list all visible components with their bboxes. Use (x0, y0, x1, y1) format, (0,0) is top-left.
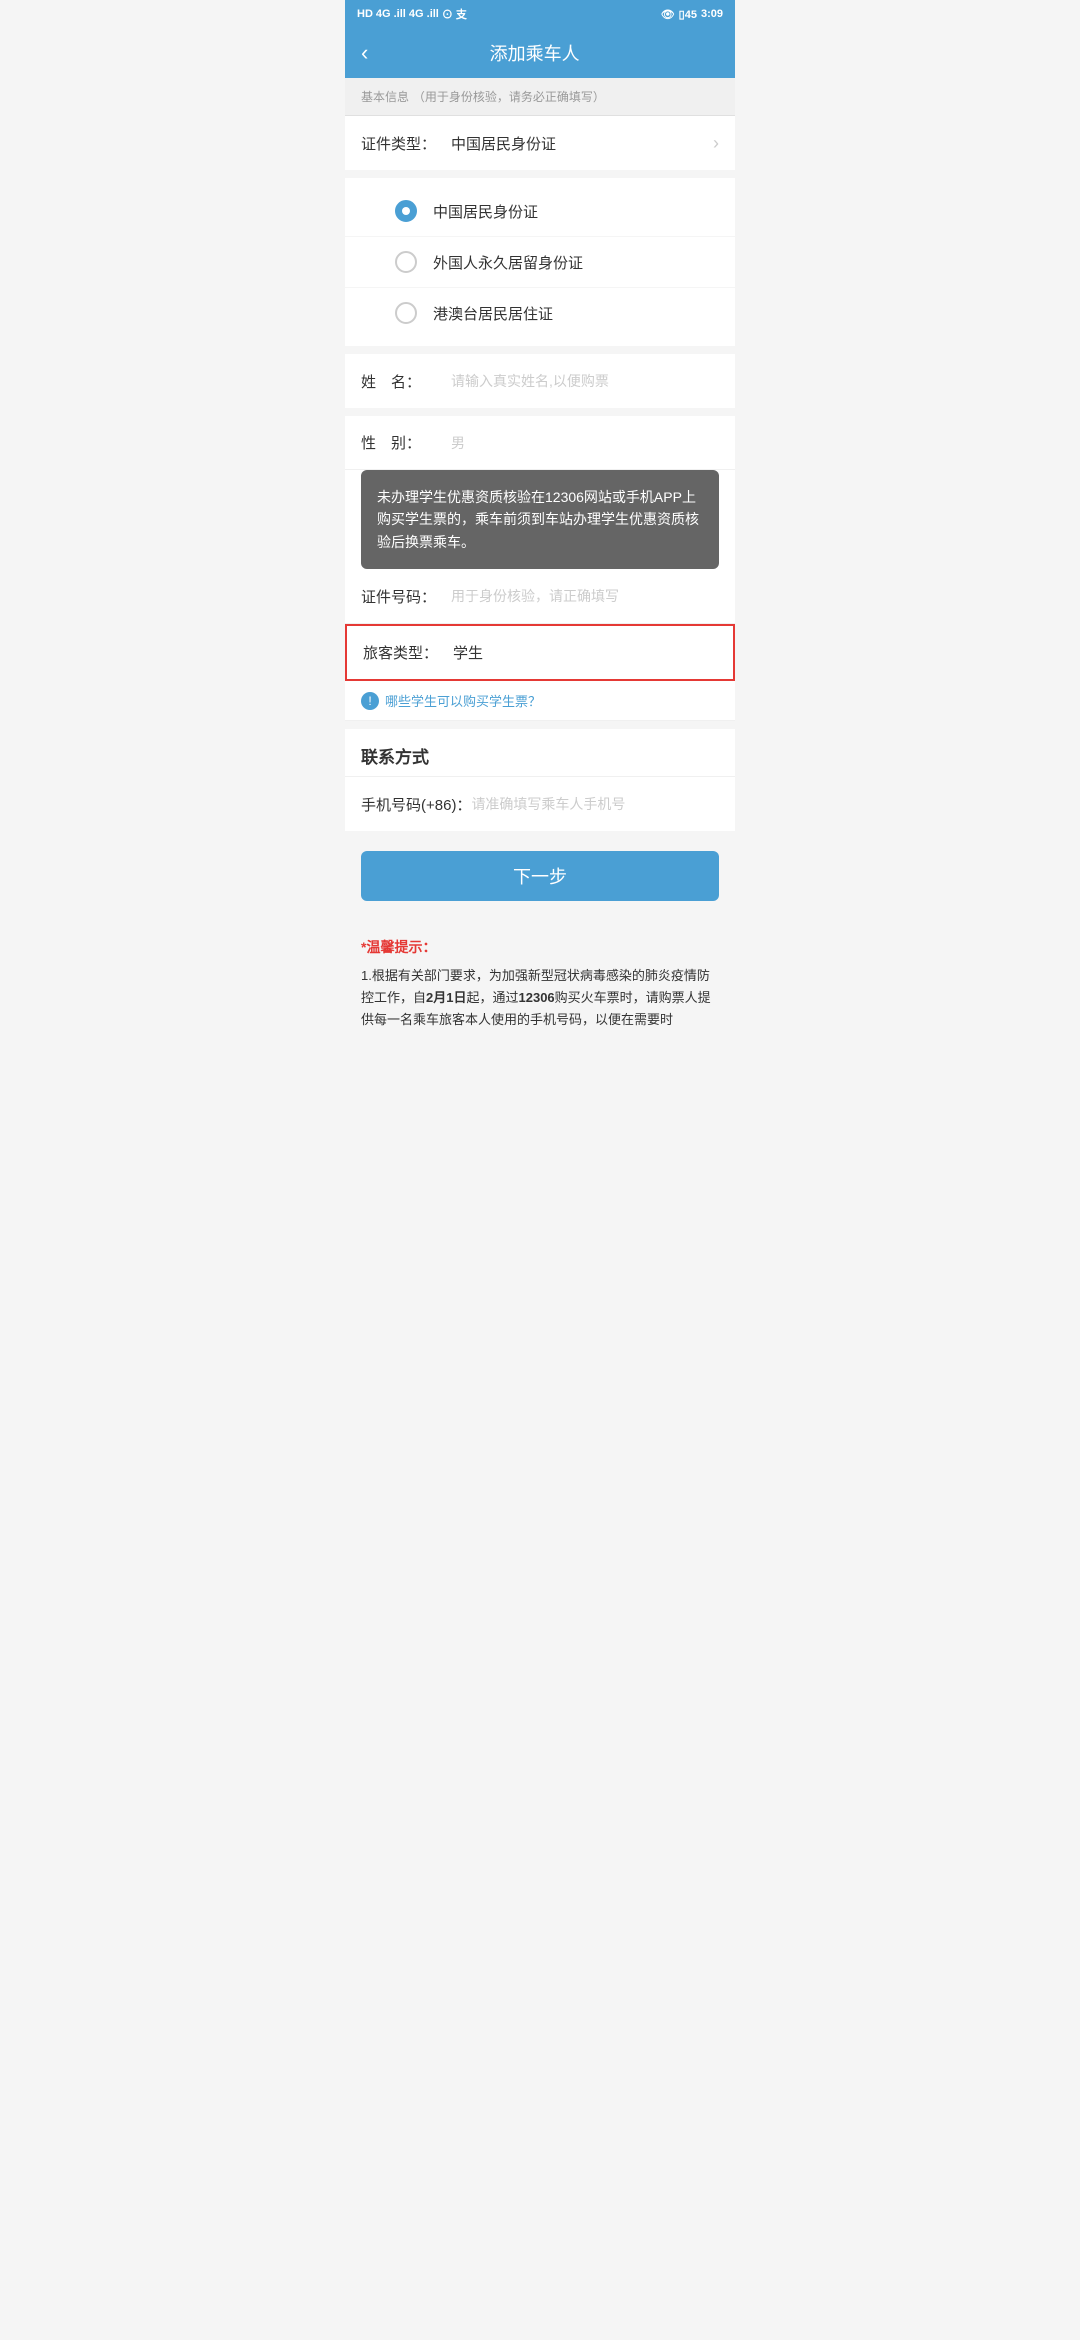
chevron-right-icon: › (713, 133, 719, 154)
info-icon-label: ! (368, 694, 371, 708)
radio-label-3: 港澳台居民居住证 (433, 303, 553, 324)
name-row[interactable]: 姓 名： 请输入真实姓名,以便购票 (345, 354, 735, 408)
page-title: 添加乘车人 (380, 40, 689, 66)
status-eye-icon: 👁 (661, 8, 675, 21)
name-label: 姓 名： (361, 371, 451, 392)
gender-placeholder: 男 (451, 433, 465, 453)
phone-row[interactable]: 手机号码(+86)： 请准确填写乘车人手机号 (345, 777, 735, 831)
radio-option-3[interactable]: 港澳台居民居住证 (345, 288, 735, 338)
status-carrier: HD (357, 8, 373, 20)
tooltip-overlay: 未办理学生优惠资质核验在12306网站或手机APP上购买学生票的，乘车前须到车站… (361, 470, 719, 569)
radio-circle-1[interactable] (395, 200, 417, 222)
basic-info-note: （用于身份核验，请务必正确填写） (413, 90, 605, 104)
id-number-placeholder: 用于身份核验，请正确填写 (451, 586, 619, 606)
radio-circle-3[interactable] (395, 302, 417, 324)
status-bar: HD 4G .ill 4G .ill ⊙ 支 👁 ▯45 3:09 (345, 0, 735, 28)
contact-section-label: 联系方式 (345, 729, 735, 777)
tooltip-container: 未办理学生优惠资质核验在12306网站或手机APP上购买学生票的，乘车前须到车站… (345, 470, 735, 569)
btn-container: 下一步 (345, 831, 735, 921)
status-time: 3:09 (701, 8, 723, 20)
radio-label-1: 中国居民身份证 (433, 201, 538, 222)
radio-label-2: 外国人永久居留身份证 (433, 252, 583, 273)
gender-section: 性 别： 男 未办理学生优惠资质核验在12306网站或手机APP上购买学生票的，… (345, 416, 735, 623)
gender-row[interactable]: 性 别： 男 (345, 416, 735, 470)
id-number-label: 证件号码： (361, 586, 451, 607)
radio-option-1[interactable]: 中国居民身份证 (345, 186, 735, 237)
passenger-type-row[interactable]: 旅客类型： 学生 (345, 624, 735, 681)
id-type-value: 中国居民身份证 (451, 133, 713, 154)
warm-tips-content: 1.根据有关部门要求，为加强新型冠状病毒感染的肺炎疫情防控工作，自2月1日起，通… (361, 965, 719, 1031)
id-type-card: 证件类型： 中国居民身份证 › (345, 116, 735, 170)
phone-label: 手机号码(+86)： (361, 794, 471, 815)
info-link-text: 哪些学生可以购买学生票？ (385, 691, 541, 710)
status-icons: ⊙ 支 (442, 6, 467, 22)
info-link-row[interactable]: ! 哪些学生可以购买学生票？ (345, 681, 735, 721)
phone-placeholder: 请准确填写乘车人手机号 (471, 794, 625, 814)
warm-tips-text: 1.根据有关部门要求，为加强新型冠状病毒感染的肺炎疫情防控工作，自2月1日起，通… (361, 968, 711, 1027)
status-battery: ▯45 (679, 8, 697, 21)
status-signal: 4G .ill 4G .ill (376, 8, 439, 20)
tooltip-text: 未办理学生优惠资质核验在12306网站或手机APP上购买学生票的，乘车前须到车站… (377, 489, 699, 550)
next-button[interactable]: 下一步 (361, 851, 719, 901)
id-type-label: 证件类型： (361, 133, 451, 154)
passenger-type-label: 旅客类型： (363, 642, 453, 663)
back-button[interactable]: ‹ (361, 40, 368, 66)
name-card: 姓 名： 请输入真实姓名,以便购票 (345, 354, 735, 408)
warm-tips-title: *温馨提示： (361, 937, 719, 957)
contact-section: 联系方式 手机号码(+86)： 请准确填写乘车人手机号 (345, 729, 735, 831)
warm-tips-section: *温馨提示： 1.根据有关部门要求，为加强新型冠状病毒感染的肺炎疫情防控工作，自… (345, 921, 735, 1047)
passenger-type-wrapper: 旅客类型： 学生 (345, 623, 735, 681)
header: ‹ 添加乘车人 (345, 28, 735, 78)
name-placeholder: 请输入真实姓名,以便购票 (451, 371, 609, 391)
basic-info-label: 基本信息 (361, 90, 409, 104)
gender-label: 性 别： (361, 432, 451, 453)
radio-circle-2[interactable] (395, 251, 417, 273)
status-right: 👁 ▯45 3:09 (661, 8, 723, 21)
id-type-row[interactable]: 证件类型： 中国居民身份证 › (345, 116, 735, 170)
id-number-row[interactable]: 证件号码： 用于身份核验，请正确填写 (345, 569, 735, 623)
status-left: HD 4G .ill 4G .ill ⊙ 支 (357, 6, 467, 22)
radio-option-2[interactable]: 外国人永久居留身份证 (345, 237, 735, 288)
info-icon: ! (361, 692, 379, 710)
basic-info-section-label: 基本信息 （用于身份核验，请务必正确填写） (345, 78, 735, 116)
passenger-type-value: 学生 (453, 642, 717, 663)
radio-section: 中国居民身份证 外国人永久居留身份证 港澳台居民居住证 (345, 178, 735, 346)
